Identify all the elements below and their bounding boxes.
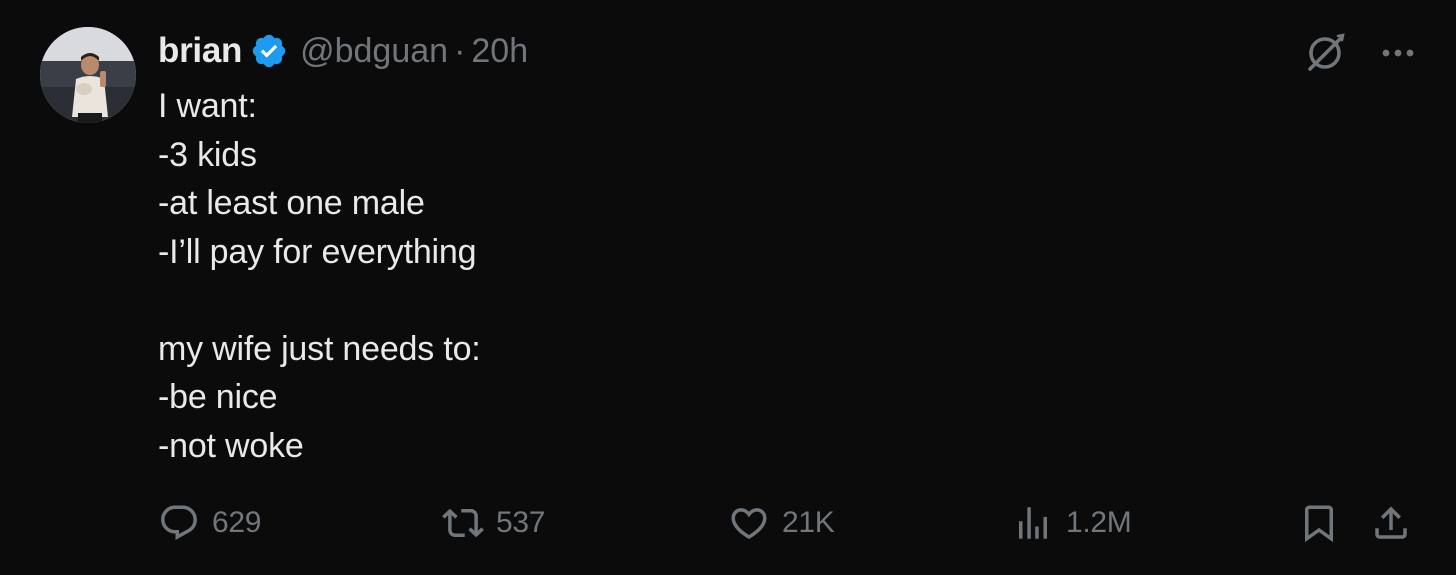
views-icon <box>1019 507 1047 539</box>
share-icon <box>1375 506 1407 539</box>
tweet-line: my wife just needs to: <box>158 329 481 368</box>
grok-icon <box>1308 33 1345 71</box>
reply-button[interactable]: 629 <box>158 500 261 546</box>
tweet-line: I want: <box>158 87 257 125</box>
tweet-line: -3 kids <box>158 135 257 174</box>
display-name[interactable]: brian <box>158 31 242 71</box>
tweet-text: I want: -3 kids -at least one male -I’ll… <box>158 82 1258 470</box>
tweet-line <box>158 276 1258 325</box>
avatar-photo <box>40 27 136 123</box>
tweet-line: -I’ll pay for everything <box>158 232 477 271</box>
reply-count: 629 <box>212 506 262 539</box>
reply-icon <box>161 505 197 540</box>
like-button[interactable]: 21K <box>728 500 835 546</box>
bookmark-icon <box>1305 505 1333 543</box>
tweet-header: brian @bdguan · 20h <box>158 28 528 74</box>
share-button[interactable] <box>1370 500 1412 546</box>
tweet-line: -be nice <box>158 378 278 416</box>
more-button[interactable] <box>1378 33 1418 78</box>
like-count: 21K <box>782 506 835 539</box>
retweet-count: 537 <box>496 506 546 539</box>
more-icon <box>1382 49 1414 57</box>
action-bar: 629 537 21K 1.2M <box>0 500 1456 546</box>
grok-button[interactable] <box>1302 30 1378 81</box>
tweet-line: -not woke <box>158 426 304 465</box>
views-button[interactable]: 1.2M <box>1012 500 1132 546</box>
timestamp[interactable]: 20h <box>471 32 528 71</box>
tweet-card: brian @bdguan · 20h I want: -3 kids -at … <box>0 0 1456 575</box>
bookmark-button[interactable] <box>1298 500 1340 546</box>
retweet-icon <box>442 508 484 538</box>
views-count: 1.2M <box>1066 506 1132 539</box>
tweet-line: -at least one male <box>158 184 425 222</box>
user-handle[interactable]: @bdguan <box>300 32 448 71</box>
retweet-button[interactable]: 537 <box>442 500 545 546</box>
top-actions <box>1302 30 1418 81</box>
verified-badge-icon[interactable] <box>250 32 288 70</box>
avatar[interactable] <box>40 27 136 123</box>
separator-dot: · <box>454 31 466 70</box>
heart-icon <box>731 508 767 540</box>
